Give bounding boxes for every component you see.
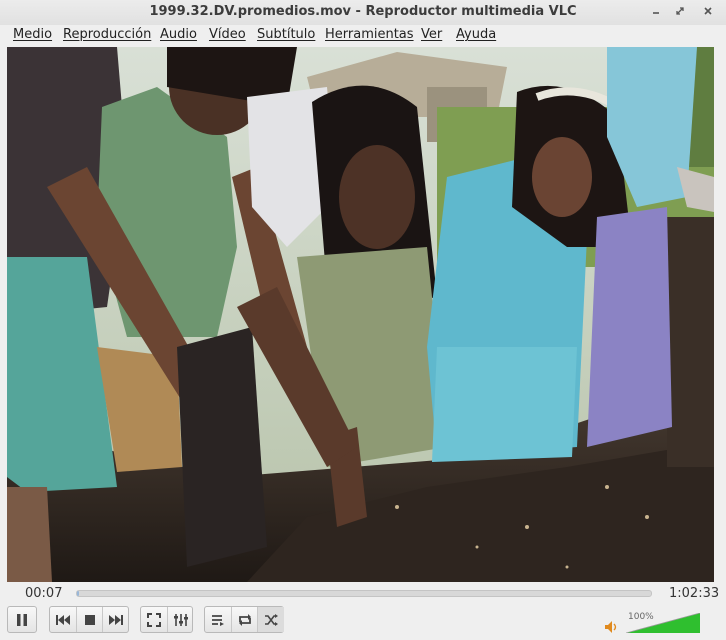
playlist-button[interactable] (205, 607, 231, 632)
seek-progress (77, 591, 79, 596)
menu-reproduccion[interactable]: Reproducción (63, 27, 151, 42)
extended-settings-icon (174, 613, 188, 626)
pause-button[interactable] (7, 606, 37, 633)
restore-icon[interactable] (672, 4, 688, 20)
menu-video[interactable]: Vídeo (209, 27, 246, 42)
minimize-icon[interactable] (648, 4, 664, 20)
playlist-icon (212, 614, 224, 626)
extended-settings-button[interactable] (167, 607, 194, 632)
previous-icon (56, 614, 70, 625)
menu-subtitulo[interactable]: Subtítulo (257, 27, 315, 42)
window-title: 1999.32.DV.promedios.mov - Reproductor m… (149, 4, 577, 19)
total-time: 1:02:33 (669, 586, 720, 601)
shuffle-button[interactable] (257, 607, 284, 632)
menu-medio[interactable]: Medio (13, 27, 52, 42)
stop-button[interactable] (76, 607, 103, 632)
next-icon (109, 614, 123, 625)
menu-ayuda[interactable]: Ayuda (456, 27, 496, 42)
menu-ver[interactable]: Ver (421, 27, 442, 42)
title-bar: 1999.32.DV.promedios.mov - Reproductor m… (0, 0, 726, 25)
shuffle-icon (265, 613, 278, 626)
volume-slider[interactable] (625, 612, 701, 634)
playlist-group (204, 606, 284, 633)
loop-icon (239, 613, 251, 626)
seek-bar[interactable] (76, 590, 652, 597)
video-display[interactable] (7, 47, 714, 582)
volume-icon[interactable] (604, 619, 620, 635)
fullscreen-icon (147, 612, 161, 627)
loop-button[interactable] (231, 607, 258, 632)
stop-icon (85, 614, 95, 625)
close-icon[interactable] (700, 4, 716, 20)
view-group (140, 606, 193, 633)
menu-herramientas[interactable]: Herramientas (325, 27, 414, 42)
menu-audio[interactable]: Audio (160, 27, 197, 42)
previous-button[interactable] (50, 607, 76, 632)
fullscreen-button[interactable] (141, 607, 167, 632)
video-frame (7, 47, 714, 582)
pause-icon (17, 613, 27, 626)
transport-group (49, 606, 129, 633)
elapsed-time: 00:07 (25, 586, 63, 601)
next-button[interactable] (102, 607, 129, 632)
menu-bar: Medio Reproducción Audio Vídeo Subtítulo… (0, 25, 726, 46)
